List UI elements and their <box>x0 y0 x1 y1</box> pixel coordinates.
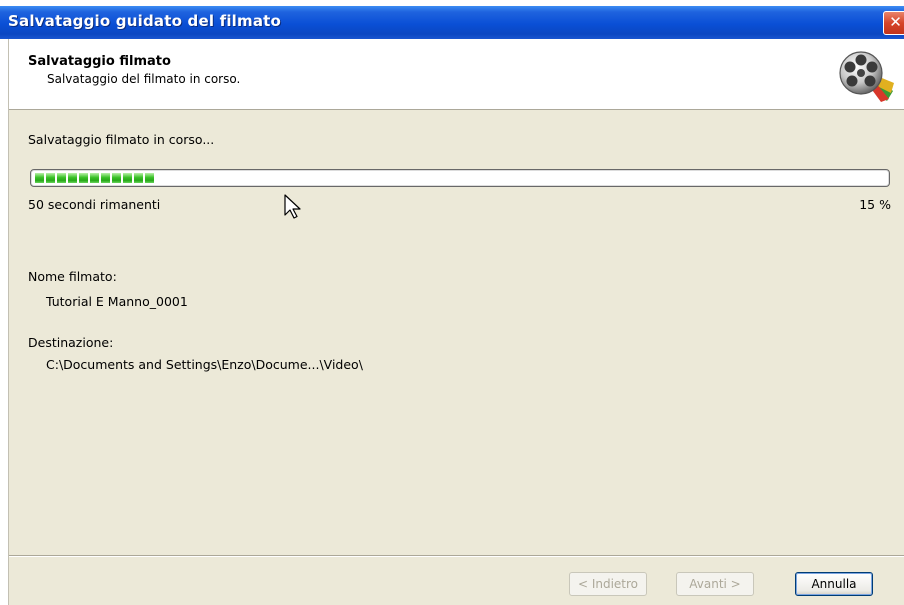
film-reel-icon <box>839 51 894 102</box>
progress-fill <box>35 173 163 183</box>
progress-percent: 15 % <box>859 197 891 212</box>
title-bar[interactable]: Salvataggio guidato del filmato ✕ <box>0 6 904 39</box>
back-button[interactable]: < Indietro <box>569 572 647 596</box>
progress-segment <box>46 173 55 183</box>
progress-segment <box>57 173 66 183</box>
progress-segment <box>123 173 132 183</box>
progress-segment <box>79 173 88 183</box>
progress-segment <box>35 173 44 183</box>
cancel-button[interactable]: Annulla <box>795 572 873 596</box>
status-text: Salvataggio filmato in corso... <box>28 132 215 147</box>
progress-bar <box>30 169 890 187</box>
next-button[interactable]: Avanti > <box>676 572 754 596</box>
window-title: Salvataggio guidato del filmato <box>8 12 282 30</box>
progress-segment <box>112 173 121 183</box>
time-remaining: 50 secondi rimanenti <box>28 197 161 212</box>
header-subtitle: Salvataggio del filmato in corso. <box>47 72 241 86</box>
header-title: Salvataggio filmato <box>28 54 171 69</box>
progress-segment <box>134 173 143 183</box>
progress-segment <box>90 173 99 183</box>
destination-value: C:\Documents and Settings\Enzo\Docume...… <box>46 357 363 372</box>
movie-name-value: Tutorial E Manno_0001 <box>46 294 188 309</box>
mouse-pointer-icon <box>284 194 301 219</box>
progress-segment <box>68 173 77 183</box>
destination-label: Destinazione: <box>28 335 114 350</box>
wizard-header: Salvataggio filmato Salvataggio del film… <box>9 39 904 110</box>
progress-segment <box>145 173 154 183</box>
movie-name-label: Nome filmato: <box>28 269 117 284</box>
close-button[interactable]: ✕ <box>883 11 904 35</box>
footer-separator <box>9 555 904 557</box>
close-icon: ✕ <box>889 13 902 31</box>
progress-segment <box>101 173 110 183</box>
wizard-window: Salvataggio filmato Salvataggio del film… <box>8 39 904 605</box>
